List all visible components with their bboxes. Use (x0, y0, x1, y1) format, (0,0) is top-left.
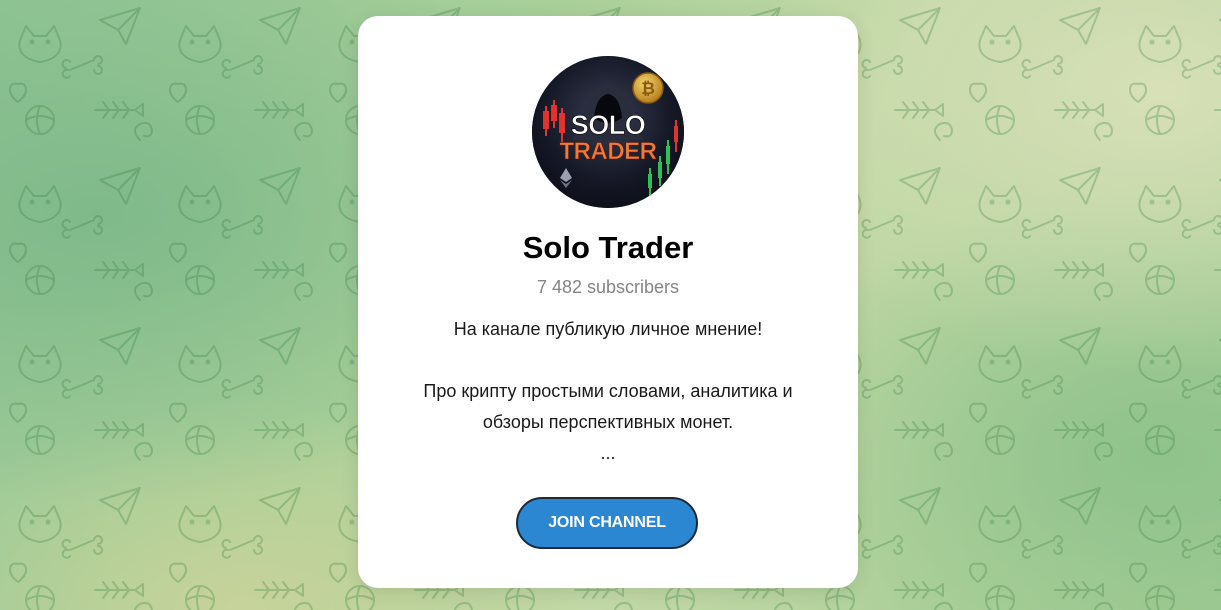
description-line: обзоры перспективных монет. (482, 412, 734, 432)
join-channel-button[interactable]: JOIN CHANNEL (516, 497, 698, 549)
description-line: Про крипту простыми словами, аналитика и (423, 381, 793, 401)
description-ellipsis: ... (600, 443, 616, 463)
avatar-text-solo: SOLO (571, 110, 646, 140)
channel-card: ₿ SOLO TRADER Solo Trader 7 482 subscrib… (358, 16, 858, 588)
channel-description: На канале публикую личное мнение! Про кр… (378, 314, 838, 469)
description-line: На канале публикую личное мнение! (453, 319, 763, 339)
channel-title: Solo Trader (522, 230, 694, 265)
channel-avatar: ₿ SOLO TRADER (532, 56, 684, 208)
subscriber-count: 7 482 subscribers (536, 277, 680, 297)
bitcoin-icon: ₿ (641, 79, 655, 99)
avatar-text-trader: TRADER (560, 138, 657, 165)
